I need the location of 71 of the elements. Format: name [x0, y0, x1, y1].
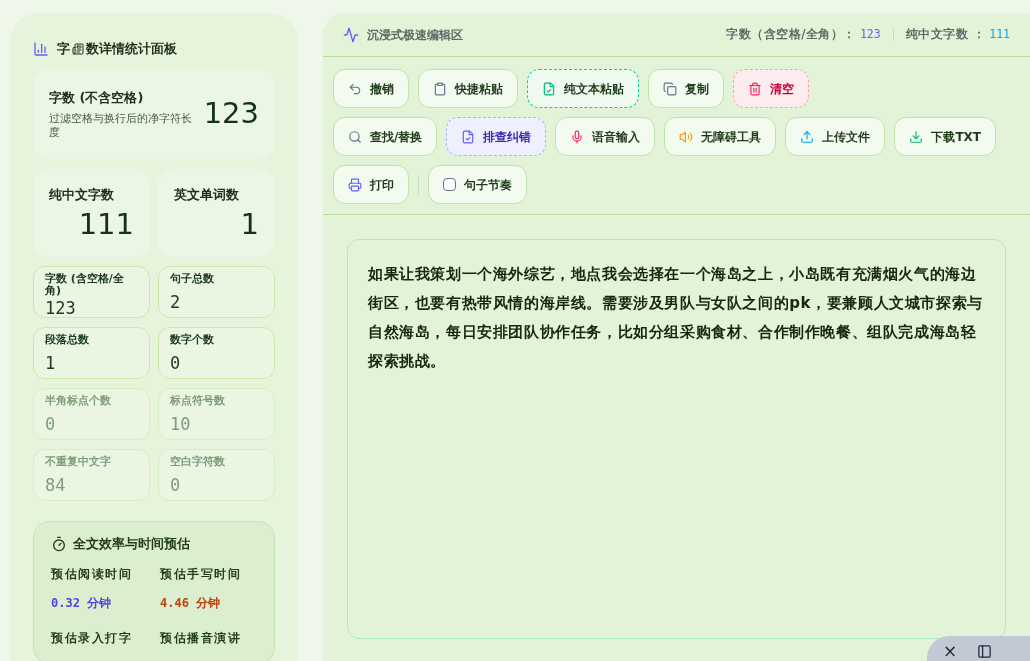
stat-label: 标点符号数	[170, 395, 226, 407]
stat-label: 纯中文字数	[49, 186, 115, 204]
stat-label: 数字个数	[170, 334, 215, 346]
panel-title: 数详情统计面板	[86, 40, 177, 59]
stat-value: 2	[170, 291, 182, 313]
toolbar-button[interactable]: 打印	[333, 165, 409, 204]
checkbox[interactable]	[443, 178, 456, 191]
toolbar-button[interactable]: 纯文本粘贴	[527, 69, 639, 108]
printer-icon	[348, 177, 362, 192]
pulse-icon	[343, 26, 359, 43]
clipboard-icon	[433, 81, 447, 96]
search-icon	[348, 129, 362, 144]
stat-value: 0	[170, 352, 182, 374]
toolbar-button[interactable]: 排查纠错	[446, 117, 547, 156]
stat-label: 空白字符数	[170, 456, 226, 468]
file-check-icon	[542, 81, 556, 96]
panel-icon[interactable]	[977, 644, 993, 659]
estimate-label: 预估播音演讲	[160, 629, 242, 647]
stat-value: 111	[77, 205, 134, 243]
bar-chart-icon	[33, 41, 49, 57]
estimate-title: 全文效率与时间预估	[73, 535, 190, 553]
stat-value: 10	[170, 413, 192, 435]
estimate-value: 0.32 分钟	[51, 594, 113, 612]
stat-label: 半角标点个数	[45, 395, 112, 407]
editor-text: 如果让我策划一个海外综艺，地点我会选择在一个海岛之上，小岛既有充满烟火气的海边街区，也要有热带风情的海岸线。需要涉及男队与女队之间的pk，要兼顾人文城市探索与自然海岛，每日安排团队协作任务，比如分组采购食材、合作制作晚餐、组队完成海岛轻探索挑战。	[368, 264, 984, 372]
sentence-rhythm-toggle[interactable]: 句子节奏	[428, 165, 527, 204]
counter-label: 纯中文字数 ：	[905, 25, 986, 43]
stat-label: 字数 (不含空格)	[49, 89, 145, 108]
toolbar-button[interactable]: 无障碍工具	[664, 117, 777, 156]
trash-icon	[748, 81, 762, 96]
estimate-label: 预估手写时间	[160, 565, 242, 583]
stat-description: 过滤空格与换行后的净字符长度	[49, 111, 193, 140]
counter-value: 123	[859, 25, 881, 43]
stat-label: 句子总数	[170, 273, 215, 285]
toolbar-button[interactable]: 清空	[733, 69, 809, 108]
estimate-label: 预估录入打字	[51, 629, 133, 647]
counter-label: 字数（含空格/全角）：	[726, 25, 856, 43]
stat-value: 84	[45, 474, 67, 496]
checkbox-label: 句子节奏	[464, 176, 512, 194]
stat-value: 123	[203, 95, 259, 133]
file-check-icon	[461, 129, 476, 144]
toolbar-button[interactable]: 下载TXT	[894, 117, 996, 156]
toolbar-button[interactable]: 复制	[648, 69, 724, 108]
stat-value: 0	[170, 474, 182, 496]
upload-icon	[800, 129, 815, 144]
stopwatch-icon	[51, 535, 67, 552]
close-button[interactable]: ×	[943, 643, 958, 659]
speaker-icon	[679, 129, 694, 144]
panel-title: 字	[57, 40, 70, 59]
toolbar-button[interactable]: 快捷粘贴	[418, 69, 518, 108]
editor-title: 沉浸式极速编辑区	[367, 26, 463, 44]
stat-label: 字数 (含空格/全角)	[45, 273, 125, 297]
estimate-label: 预估阅读时间	[51, 565, 133, 583]
stat-label: 英文单词数	[174, 186, 240, 204]
toolbar-button[interactable]: 撤销	[333, 69, 409, 108]
counter-value: 111	[989, 25, 1010, 43]
stat-value: 1	[239, 205, 259, 243]
estimate-value: 4.46 分钟	[160, 594, 222, 612]
undo-icon	[348, 81, 362, 96]
toolbar-button[interactable]: 查找/替换	[333, 117, 438, 156]
stat-label: 段落总数	[45, 334, 90, 346]
download-icon	[909, 129, 924, 144]
stat-value: 123	[45, 297, 77, 319]
toolbar-button[interactable]: 上传文件	[785, 117, 886, 156]
stat-value: 0	[45, 413, 57, 435]
stat-value: 1	[45, 352, 57, 374]
microphone-icon	[570, 129, 585, 144]
toolbar-button[interactable]: 语音输入	[555, 117, 656, 156]
copy-icon	[663, 81, 677, 96]
text-editor[interactable]: 如果让我策划一个海外综艺，地点我会选择在一个海岛之上，小岛既有充满烟火气的海边街区，也要有热带风情的海岸线。需要涉及男队与女队之间的pk，要兼顾人文城市探索与自然海岛，每日安排团队协作任务，比如分组采购食材、合作制作晚餐、组队完成海岛轻探索挑战。	[347, 239, 1006, 639]
stat-label: 不重复中文字	[45, 456, 112, 468]
